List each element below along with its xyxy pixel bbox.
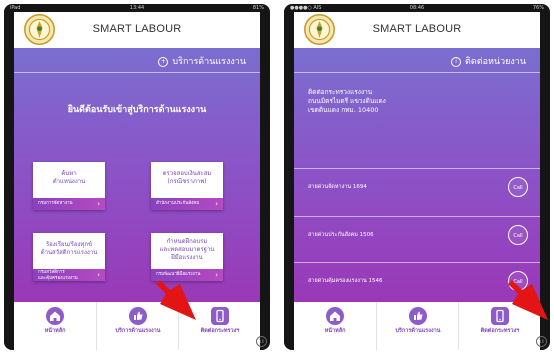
tile-title: ค้นหา ตำแหน่งงาน bbox=[52, 170, 86, 185]
bottom-nav: หน้าหลัก บริการด้านแรงงาน ติดต่อกระทรวงฯ bbox=[14, 302, 260, 350]
zoom-badge: 1X bbox=[536, 336, 547, 347]
chevron-right-icon: › bbox=[215, 200, 218, 208]
nav-home[interactable]: หน้าหลัก bbox=[294, 302, 376, 350]
call-button[interactable]: Call bbox=[508, 225, 528, 245]
section-header: + บริการด้านแรงงาน bbox=[14, 48, 260, 73]
nav-home[interactable]: หน้าหลัก bbox=[14, 302, 96, 350]
chevron-right-icon: › bbox=[97, 200, 100, 208]
bottom-nav: หน้าหลัก บริการด้านแรงงาน ติดต่อกระทรวงฯ bbox=[294, 302, 540, 350]
tile-title: กำหนดฝึกอบรม และทดสอบมาตรฐาน ฝีมือแรงงาน bbox=[159, 238, 215, 261]
section-header: i ติดต่อหน่วยงาน bbox=[294, 48, 540, 73]
contact-panel: i ติดต่อหน่วยงาน ติดต่อกระทรวงแรงงาน ถนนม… bbox=[294, 48, 540, 302]
address-line: ติดต่อกระทรวงแรงงาน bbox=[308, 88, 373, 96]
tile-footer: กรมสวัสดิการ และคุ้มครองแรงงาน › bbox=[33, 269, 105, 281]
tile-title: ตรวจสอบเงินสะสม (กรณีชราภาพ) bbox=[162, 170, 212, 185]
info-circle-icon: i bbox=[451, 57, 462, 67]
ministry-address: ติดต่อกระทรวงแรงงาน ถนนมิตรไมตรี แขวงดิน… bbox=[308, 88, 530, 115]
address-line: เขตดินแดง กทม. 10400 bbox=[308, 106, 379, 114]
nav-label: ติดต่อกระทรวงฯ bbox=[480, 328, 520, 334]
welcome-text: ยินดีต้อนรับเข้าสู่บริการด้านแรงงาน bbox=[67, 105, 207, 115]
clock: 13:44 bbox=[129, 5, 145, 11]
status-bar: iPad 13:44 81% bbox=[4, 4, 270, 12]
tile-title: ร้องเรียน/ร้องทุกข์ ด้านสวัสดิการแรงงาน bbox=[40, 241, 98, 256]
nav-label: บริการด้านแรงงาน bbox=[395, 328, 441, 334]
clock: 08:46 bbox=[409, 5, 425, 11]
thumbs-up-icon bbox=[129, 307, 147, 325]
tile-complaint[interactable]: ร้องเรียน/ร้องทุกข์ ด้านสวัสดิการแรงงาน … bbox=[33, 233, 105, 281]
hotline-row: สายด่วนประกันสังคม 1506 Call bbox=[294, 216, 540, 253]
section-title: ติดต่อหน่วยงาน bbox=[465, 57, 526, 67]
app-header: SMART LABOUR bbox=[14, 12, 260, 48]
tile-footer: สำนักงานประกันสังคม › bbox=[151, 198, 223, 210]
app-title: SMART LABOUR bbox=[92, 23, 182, 35]
nav-services[interactable]: บริการด้านแรงงาน bbox=[376, 302, 459, 350]
left-device-screen: iPad 13:44 81% SMART LABOUR + บริการด้านแ… bbox=[4, 4, 270, 350]
home-icon bbox=[326, 307, 344, 325]
zoom-badge: 1X bbox=[256, 336, 267, 347]
chevron-right-icon: › bbox=[215, 271, 218, 279]
red-pointer-arrow-icon bbox=[156, 280, 196, 320]
red-pointer-arrow-icon bbox=[508, 280, 548, 320]
plus-circle-icon: + bbox=[158, 57, 169, 67]
tile-job-search[interactable]: ค้นหา ตำแหน่งงาน กรมการจัดหางาน › bbox=[33, 162, 105, 210]
tile-footer: กรมการจัดหางาน › bbox=[33, 198, 105, 210]
hotline-label: สายด่วนจัดหางาน 1694 bbox=[308, 184, 367, 190]
battery-label: 81% bbox=[252, 5, 264, 11]
tile-savings-check[interactable]: ตรวจสอบเงินสะสม (กรณีชราภาพ) สำนักงานประ… bbox=[151, 162, 223, 210]
section-title: บริการด้านแรงงาน bbox=[172, 57, 246, 67]
nav-label: ติดต่อกระทรวงฯ bbox=[200, 328, 240, 334]
tile-training-schedule[interactable]: กำหนดฝึกอบรม และทดสอบมาตรฐาน ฝีมือแรงงาน… bbox=[151, 233, 223, 281]
address-line: ถนนมิตรไมตรี แขวงดินแดง bbox=[308, 97, 386, 105]
nav-label: หน้าหลัก bbox=[44, 328, 66, 334]
home-icon bbox=[46, 307, 64, 325]
services-panel: + บริการด้านแรงงาน ยินดีต้อนรับเข้าสู่บริ… bbox=[14, 48, 260, 302]
app-header: SMART LABOUR bbox=[294, 12, 540, 48]
battery-label: 76% bbox=[532, 5, 544, 11]
chevron-right-icon: › bbox=[97, 271, 100, 279]
phone-icon bbox=[211, 307, 229, 325]
hotline-row: สายด่วนคุ้มครองแรงงาน 1546 Call bbox=[294, 262, 540, 299]
nav-label: บริการด้านแรงงาน bbox=[115, 328, 161, 334]
hotline-label: สายด่วนประกันสังคม 1506 bbox=[308, 232, 374, 238]
hotline-row: สายด่วนจัดหางาน 1694 Call bbox=[294, 168, 540, 205]
status-bar: ●●●●○ AIS 08:46 76% bbox=[284, 4, 550, 12]
app-title: SMART LABOUR bbox=[372, 23, 462, 35]
hotline-label: สายด่วนคุ้มครองแรงงาน 1546 bbox=[308, 278, 383, 284]
thumbs-up-icon bbox=[409, 307, 427, 325]
call-button[interactable]: Call bbox=[508, 177, 528, 197]
nav-label: หน้าหลัก bbox=[324, 328, 346, 334]
